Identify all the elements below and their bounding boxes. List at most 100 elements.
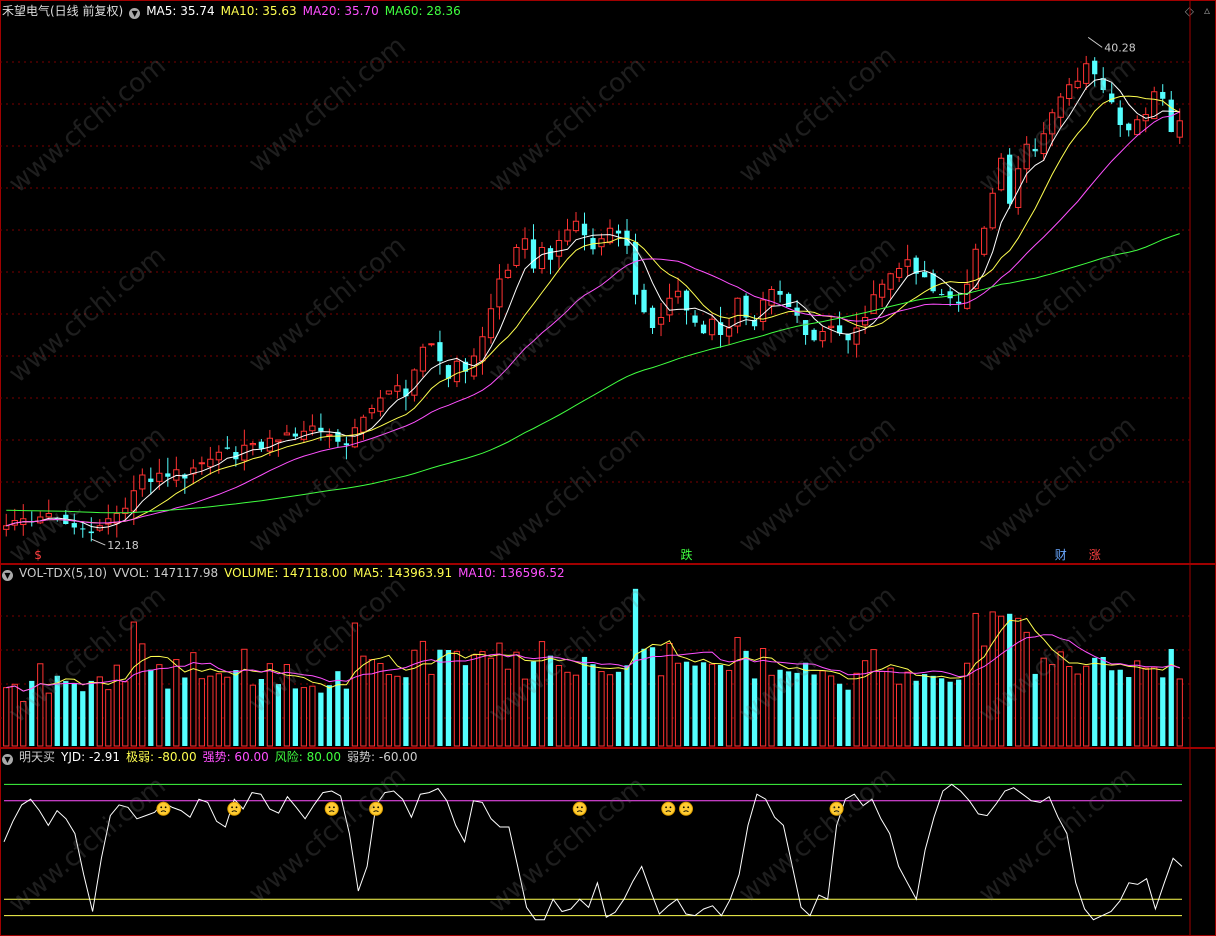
volume-bar-down [54, 675, 60, 746]
face-eye [576, 806, 579, 809]
candle-down [258, 441, 264, 449]
low-label: 12.18 [107, 539, 139, 552]
candle-up [1057, 96, 1064, 118]
volume-bar-down [1032, 673, 1038, 746]
candle-up [504, 269, 512, 278]
volume-bar-down [530, 661, 537, 746]
volume-bar-up [130, 621, 137, 747]
volume-bar-up [1049, 664, 1056, 747]
volume-bar-down [743, 650, 749, 746]
candle-up [377, 397, 384, 412]
volume-bar-up [998, 615, 1005, 747]
volume-bar-up [453, 650, 461, 747]
candle-down [930, 273, 936, 292]
volume-bar-down [233, 670, 239, 746]
face-icon [829, 801, 844, 816]
candle-down [683, 290, 690, 311]
candle-up [895, 268, 903, 278]
volume-bar-down [947, 681, 953, 746]
candle-up [725, 327, 733, 337]
volume-bar-up [1066, 665, 1073, 747]
volume-bar-up [1023, 631, 1030, 747]
face-eye [333, 806, 335, 809]
candle-up [1023, 143, 1030, 170]
volume-bar-up [479, 651, 486, 747]
indicator-chart[interactable] [0, 748, 1216, 936]
volume-bar-up [173, 659, 180, 747]
volume-bar-down [692, 665, 698, 746]
volume-bar-up [1015, 617, 1022, 747]
volume-bar-up [309, 685, 316, 747]
candle-up [275, 439, 282, 443]
face-eye [160, 806, 163, 809]
candle-up [309, 425, 316, 432]
volume-bar-up [207, 675, 214, 747]
high-pointer [1087, 36, 1103, 48]
candle-down [165, 473, 171, 477]
candle-down [1117, 107, 1123, 125]
panel-border [0, 0, 1216, 564]
volume-bar-down [811, 674, 817, 746]
candle-up [827, 325, 835, 329]
volume-bar-down [343, 688, 350, 746]
volume-bar-down [1109, 670, 1115, 746]
volume-bar-down [1168, 648, 1174, 746]
event-marker: 财 [1055, 548, 1067, 562]
volume-panel: ▼ VOL-TDX(5,10) VVOL: 147117.98 VOLUME: 147… [0, 564, 1216, 748]
candle-down [692, 315, 698, 323]
candle-down [1109, 93, 1115, 103]
volume-bar-up [11, 683, 18, 747]
volume-bar-up [190, 652, 197, 747]
volume-bar-up [283, 664, 291, 747]
candle-up [904, 259, 911, 267]
event-marker: 涨 [1089, 547, 1101, 562]
candlestick-chart[interactable]: 40.2812.18$跌财涨榜减 [0, 0, 1216, 564]
face-icon [572, 801, 587, 816]
candle-up [428, 343, 435, 346]
volume-bar-down [445, 650, 452, 746]
candle-up [1134, 119, 1141, 136]
face-eye [833, 806, 836, 809]
candle-down [403, 388, 409, 397]
volume-bar-up [1134, 660, 1141, 747]
face-eye [687, 806, 690, 809]
candle-up [496, 278, 503, 308]
volume-bar-up [470, 654, 478, 747]
volume-bar-up [1040, 657, 1047, 747]
candle-down [1092, 60, 1098, 75]
candle-down [802, 320, 809, 335]
volume-bar-down [1160, 677, 1166, 746]
candle-up [768, 289, 775, 306]
candle-down [224, 447, 230, 449]
volume-bar-down [930, 675, 936, 746]
volume-bar-up [377, 662, 384, 747]
face-eye [581, 806, 583, 809]
candle-up [139, 474, 146, 490]
volume-bar-down [922, 674, 928, 746]
candle-down [318, 427, 324, 432]
volume-bar-up [487, 657, 495, 747]
candle-down [581, 223, 588, 236]
volume-bar-up [385, 674, 393, 747]
candle-down [1032, 148, 1038, 152]
candle-up [1015, 168, 1022, 208]
volume-bar-up [674, 662, 682, 747]
volume-bar-up [1142, 667, 1149, 747]
volume-bar-up [521, 678, 529, 747]
candle-up [989, 192, 996, 229]
volume-bar-up [853, 672, 860, 747]
volume-bar-down [29, 680, 35, 746]
candle-down [437, 342, 443, 362]
volume-chart[interactable] [0, 564, 1216, 748]
volume-bar-up [870, 649, 877, 747]
volume-bar-up [368, 659, 376, 747]
volume-bar-down [794, 672, 800, 746]
volume-bar-up [496, 642, 503, 747]
volume-bar-up [989, 611, 996, 747]
candle-down [922, 272, 928, 278]
volume-bar-down [1007, 613, 1013, 746]
volume-bar-up [20, 700, 27, 747]
volume-bar-down [335, 671, 341, 746]
face-icon [156, 801, 171, 816]
candle-down [80, 528, 86, 530]
